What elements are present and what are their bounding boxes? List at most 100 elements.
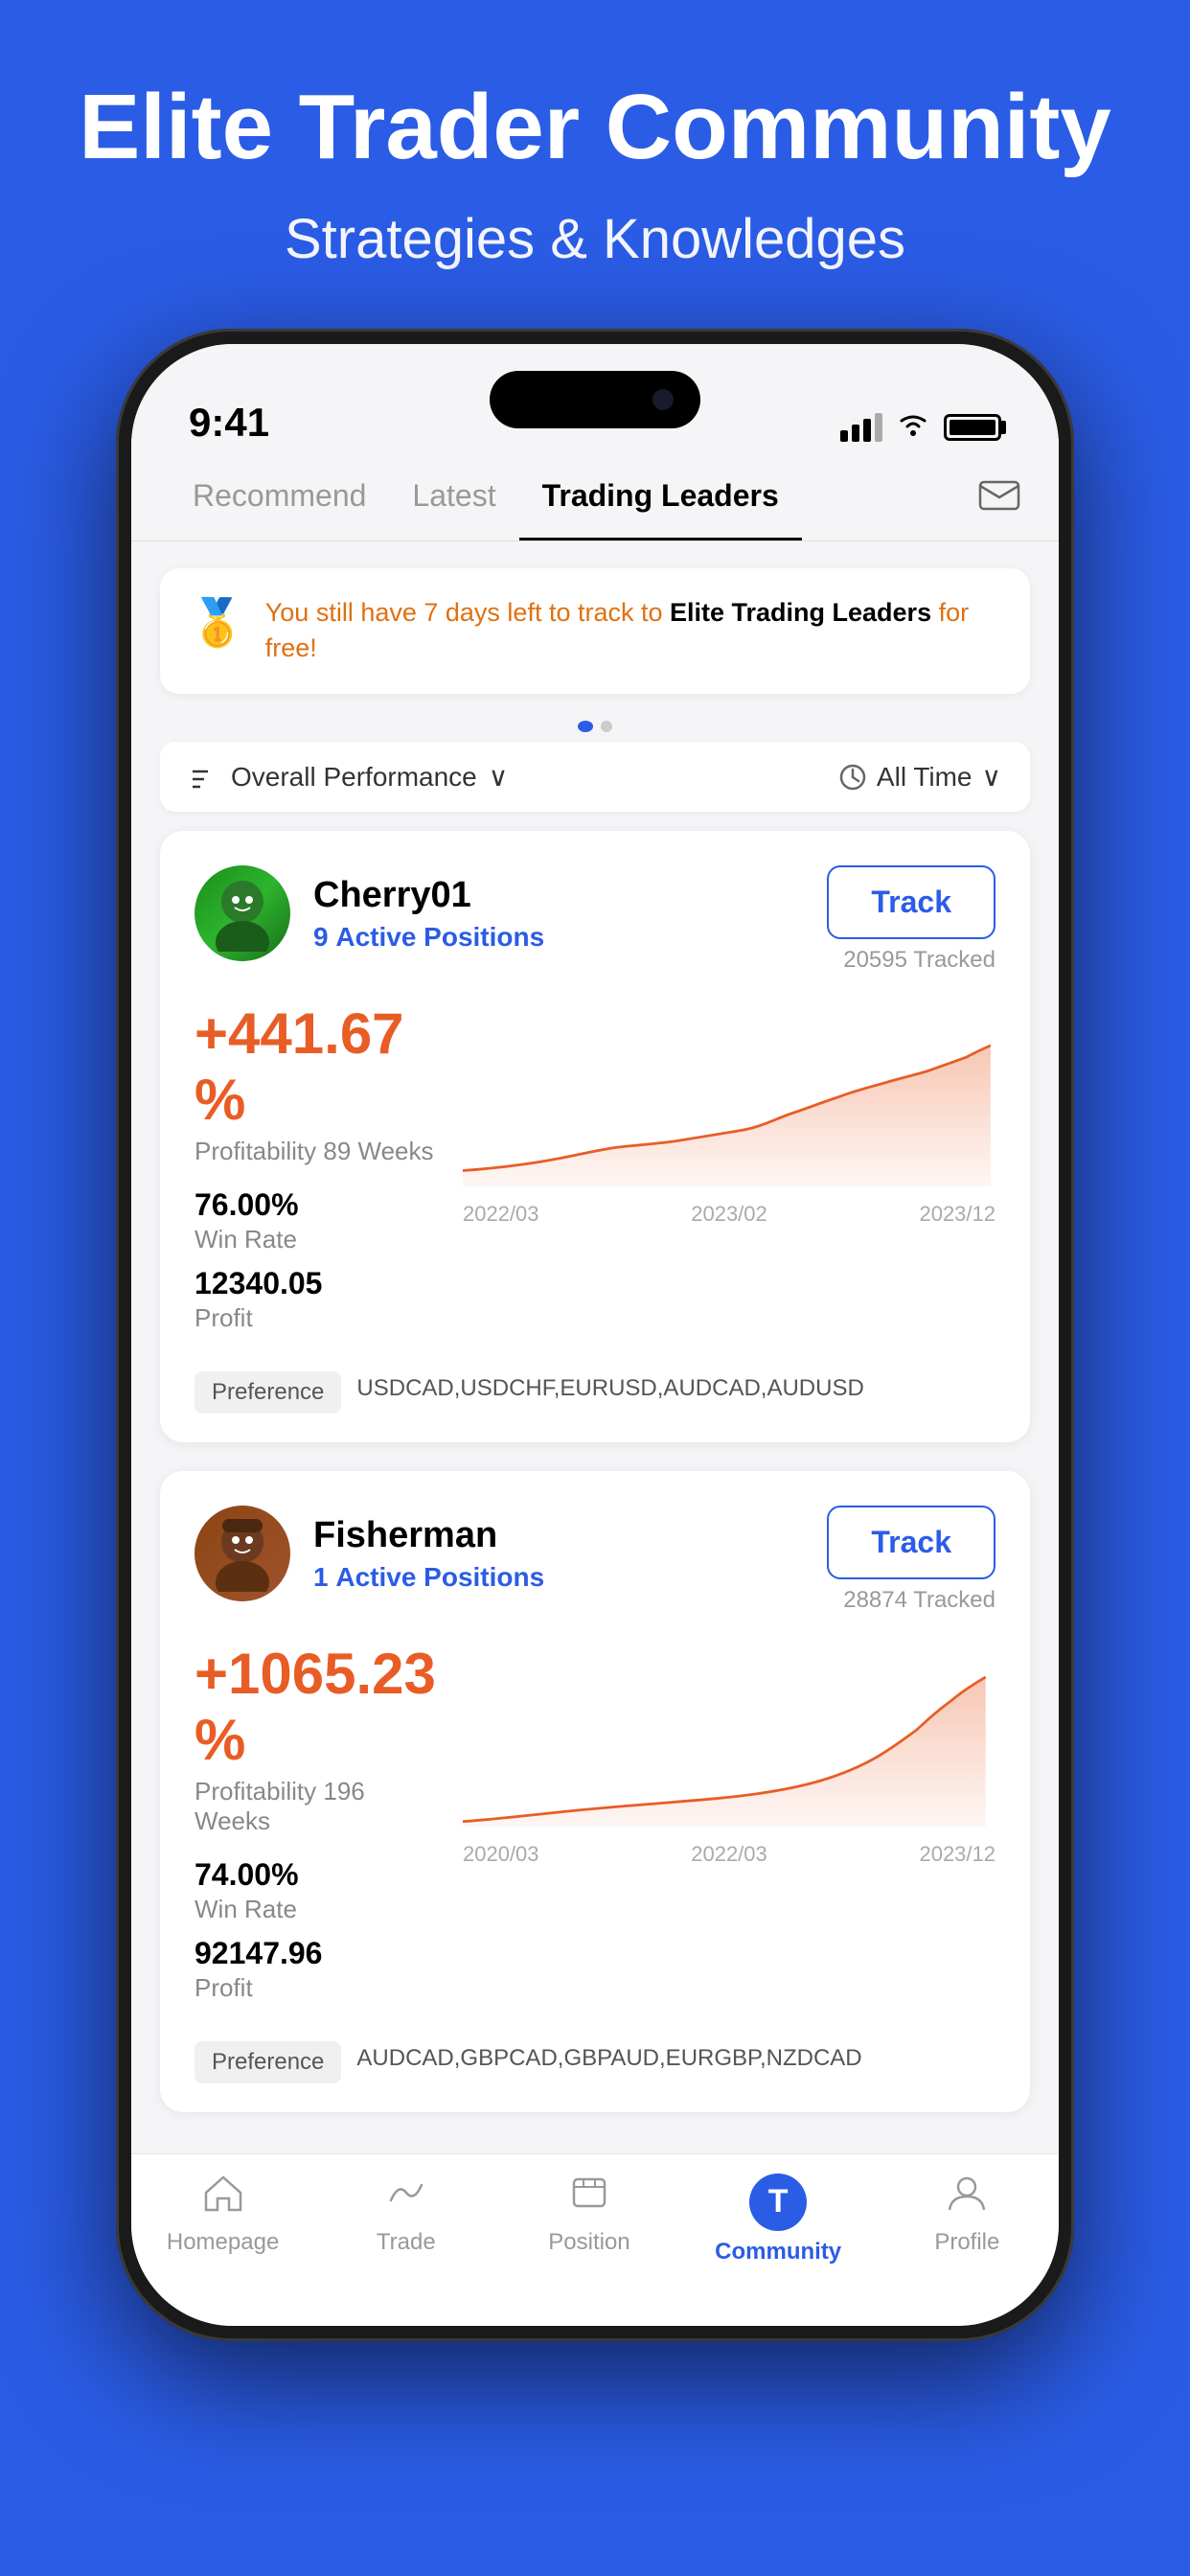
- app-title: Elite Trader Community: [79, 77, 1111, 178]
- phone-screen: 9:41: [131, 344, 1059, 2326]
- chart-label-3: 2023/12: [919, 1202, 995, 1227]
- tracked-count-cherry01: 20595 Tracked: [843, 947, 995, 974]
- banner-text-bold: Elite Trading Leaders: [670, 598, 931, 627]
- filter-row: Overall Performance ∨ All Time ∨: [160, 742, 1030, 812]
- tracked-count-fisherman: 28874 Tracked: [843, 1587, 995, 1614]
- profile-icon: [946, 2174, 988, 2221]
- card-body-cherry01: +441.67 % Profitability 89 Weeks 76.00% …: [195, 1000, 995, 1345]
- positions-label-fisherman: Active Positions: [335, 1562, 544, 1592]
- camera-dot: [652, 389, 674, 410]
- nav-item-position[interactable]: Position: [532, 2174, 647, 2256]
- status-icons: [840, 410, 1001, 446]
- bottom-navigation: Homepage Trade: [131, 2153, 1059, 2326]
- profit-row-cherry01: 12340.05 Profit: [195, 1266, 444, 1333]
- track-area-cherry01: Track 20595 Tracked: [827, 865, 995, 974]
- preference-tag-cherry01: Preference: [195, 1371, 341, 1414]
- phone-frame: 9:41: [116, 329, 1074, 2341]
- nav-item-homepage[interactable]: Homepage: [166, 2174, 281, 2256]
- chart-cherry01: 2022/03 2023/02 2023/12: [463, 1000, 995, 1345]
- avatar-cherry01: [195, 865, 290, 961]
- performance-filter[interactable]: Overall Performance ∨: [189, 761, 508, 793]
- chart-area-cherry01: [463, 1020, 995, 1192]
- trader-name-fisherman: Fisherman: [313, 1515, 544, 1556]
- card-body-fisherman: +1065.23 % Profitability 196 Weeks 74.00…: [195, 1641, 995, 2014]
- card-stats-cherry01: +441.67 % Profitability 89 Weeks 76.00% …: [195, 1000, 444, 1345]
- chart-label-1: 2022/03: [463, 1202, 539, 1227]
- community-icon: T: [749, 2174, 807, 2231]
- trader-header-cherry01: Cherry01 9 Active Positions Track 20595 …: [195, 865, 995, 974]
- profit-row-fisherman: 92147.96 Profit: [195, 1936, 444, 2003]
- nav-item-community[interactable]: T Community: [715, 2174, 841, 2266]
- promo-banner: 🥇 You still have 7 days left to track to…: [160, 568, 1030, 695]
- trader-card-fisherman: Fisherman 1 Active Positions Track 28874…: [160, 1471, 1030, 2112]
- time-filter[interactable]: All Time ∨: [838, 761, 1001, 793]
- tab-recommend[interactable]: Recommend: [170, 459, 389, 540]
- win-rate-value-cherry01: 76.00%: [195, 1187, 444, 1223]
- chart-label-f2: 2022/03: [691, 1842, 767, 1867]
- chart-labels-cherry01: 2022/03 2023/02 2023/12: [463, 1202, 995, 1227]
- nav-item-trade[interactable]: Trade: [349, 2174, 464, 2256]
- performance-label: Overall Performance: [231, 762, 477, 793]
- community-label: Community: [715, 2239, 841, 2266]
- chart-area-fisherman: [463, 1660, 995, 1832]
- track-button-fisherman[interactable]: Track: [827, 1506, 995, 1579]
- mail-icon[interactable]: [978, 459, 1020, 540]
- win-rate-label-fisherman: Win Rate: [195, 1895, 444, 1924]
- preference-tag-fisherman: Preference: [195, 2041, 341, 2083]
- preference-values-fisherman: AUDCAD,GBPCAD,GBPAUD,EURGBP,NZDCAD: [356, 2041, 861, 2076]
- dot-active: [578, 721, 593, 732]
- trader-card-cherry01: Cherry01 9 Active Positions Track 20595 …: [160, 831, 1030, 1442]
- profitability-cherry01: +441.67 %: [195, 1000, 444, 1133]
- preference-values-cherry01: USDCAD,USDCHF,EURUSD,AUDCAD,AUDUSD: [356, 1371, 863, 1406]
- wifi-icon: [896, 410, 930, 446]
- positions-label-cherry01: Active Positions: [335, 922, 544, 952]
- win-rate-value-fisherman: 74.00%: [195, 1857, 444, 1893]
- tab-latest[interactable]: Latest: [389, 459, 518, 540]
- preference-row-fisherman: Preference AUDCAD,GBPCAD,GBPAUD,EURGBP,N…: [195, 2041, 995, 2083]
- signal-icon: [840, 413, 882, 442]
- profit-value-fisherman: 92147.96: [195, 1936, 444, 1971]
- banner-text: You still have 7 days left to track to E…: [265, 595, 1001, 668]
- app-subtitle: Strategies & Knowledges: [285, 207, 905, 271]
- app-header: Elite Trader Community Strategies & Know…: [0, 0, 1190, 329]
- chart-label-f3: 2023/12: [919, 1842, 995, 1867]
- status-time: 9:41: [189, 400, 269, 446]
- dynamic-island: [490, 371, 700, 428]
- trader-header-fisherman: Fisherman 1 Active Positions Track 28874…: [195, 1506, 995, 1614]
- trader-positions-fisherman: 1 Active Positions: [313, 1562, 544, 1593]
- win-rate-row-cherry01: 76.00% Win Rate: [195, 1187, 444, 1254]
- trader-info-fisherman: Fisherman 1 Active Positions: [195, 1506, 544, 1601]
- homepage-icon: [202, 2174, 244, 2221]
- homepage-label: Homepage: [167, 2229, 279, 2256]
- positions-count-fisherman: 1: [313, 1562, 329, 1592]
- profit-value-cherry01: 12340.05: [195, 1266, 444, 1301]
- trade-icon: [385, 2174, 427, 2221]
- time-chevron-icon: ∨: [982, 761, 1002, 793]
- chart-labels-fisherman: 2020/03 2022/03 2023/12: [463, 1842, 995, 1867]
- main-content: 🥇 You still have 7 days left to track to…: [131, 541, 1059, 2153]
- card-stats-fisherman: +1065.23 % Profitability 196 Weeks 74.00…: [195, 1641, 444, 2014]
- position-icon: [568, 2174, 610, 2221]
- banner-text-part1: You still have 7 days left to track to: [265, 598, 670, 627]
- trader-info-cherry01: Cherry01 9 Active Positions: [195, 865, 544, 961]
- phone-mockup: 9:41: [116, 329, 1074, 2341]
- win-rate-label-cherry01: Win Rate: [195, 1225, 444, 1254]
- chart-label-2: 2023/02: [691, 1202, 767, 1227]
- track-button-cherry01[interactable]: Track: [827, 865, 995, 939]
- profitability-label-fisherman: Profitability 196 Weeks: [195, 1777, 444, 1836]
- trader-positions-cherry01: 9 Active Positions: [313, 922, 544, 953]
- tab-trading-leaders[interactable]: Trading Leaders: [519, 459, 802, 540]
- positions-count-cherry01: 9: [313, 922, 329, 952]
- profitability-fisherman: +1065.23 %: [195, 1641, 444, 1773]
- nav-item-profile[interactable]: Profile: [909, 2174, 1024, 2256]
- profile-label: Profile: [934, 2229, 999, 2256]
- avatar-fisherman: [195, 1506, 290, 1601]
- chevron-down-icon: ∨: [489, 761, 509, 793]
- navigation-tabs: Recommend Latest Trading Leaders: [131, 459, 1059, 541]
- time-label: All Time: [877, 762, 973, 793]
- track-area-fisherman: Track 28874 Tracked: [827, 1506, 995, 1614]
- profit-label-fisherman: Profit: [195, 1973, 444, 2003]
- preference-row-cherry01: Preference USDCAD,USDCHF,EURUSD,AUDCAD,A…: [195, 1371, 995, 1414]
- chart-label-f1: 2020/03: [463, 1842, 539, 1867]
- profitability-label-cherry01: Profitability 89 Weeks: [195, 1137, 444, 1166]
